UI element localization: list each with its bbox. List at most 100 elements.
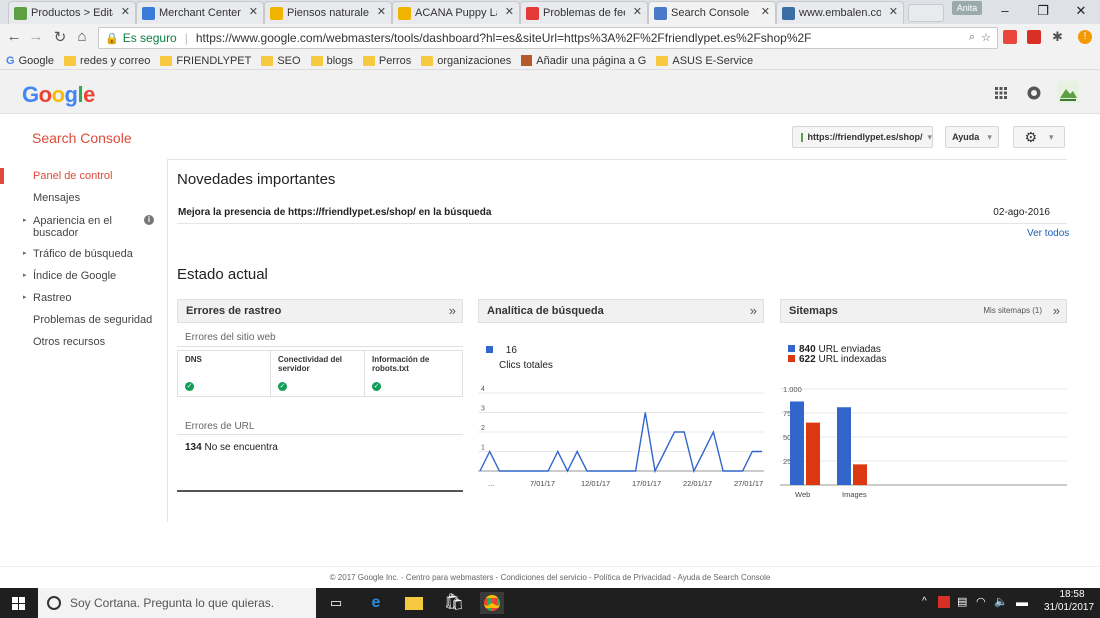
menu-update-icon[interactable]: !	[1078, 30, 1092, 44]
notifications-icon[interactable]	[1027, 86, 1041, 100]
news-item[interactable]: Mejora la presencia de https://friendlyp…	[177, 200, 1067, 224]
forward-icon[interactable]: →	[26, 28, 46, 45]
nav-item-5[interactable]: ▸ Rastreo	[0, 287, 167, 309]
bar-web-0[interactable]	[790, 401, 804, 485]
bookmark-item[interactable]: SEO	[261, 55, 301, 67]
expand-triangle-icon[interactable]: ▸	[23, 287, 27, 309]
bookmark-item[interactable]: blogs	[310, 55, 353, 67]
bookmark-item[interactable]: redes y correo	[64, 55, 150, 67]
expand-triangle-icon[interactable]: ▸	[23, 215, 27, 227]
site-selector[interactable]: https://friendlypet.es/shop/ ▾	[792, 126, 933, 148]
close-tab-icon[interactable]: ✕	[761, 5, 770, 18]
new-tab-button[interactable]	[908, 4, 944, 22]
close-window-button[interactable]: ✕	[1062, 0, 1100, 24]
x-tick-label: 7/01/17	[530, 479, 555, 488]
cortana-search-box[interactable]: Soy Cortana. Pregunta lo que quieras.	[38, 588, 316, 618]
nav-item-0[interactable]: Panel de control	[0, 165, 167, 187]
expand-arrows-icon[interactable]: »	[750, 300, 757, 322]
tray-expand-icon[interactable]: ^	[922, 596, 927, 607]
folder-icon	[362, 55, 375, 66]
clock-time[interactable]: 18:58	[1050, 589, 1094, 600]
nav-item-3[interactable]: ▸ Tráfico de búsqueda	[0, 243, 167, 265]
bar-images-0[interactable]	[837, 407, 851, 485]
site-error-column[interactable]: Conectividad del servidor ✓	[271, 350, 365, 397]
close-tab-icon[interactable]: ✕	[249, 5, 258, 18]
tab-3[interactable]: ACANA Puppy Lar ✕	[392, 1, 520, 24]
tray-volume-icon[interactable]: 🔈	[994, 595, 1008, 608]
store-icon[interactable]: 🛍	[442, 592, 466, 614]
expand-arrows-icon[interactable]: »	[449, 300, 456, 322]
help-button[interactable]: Ayuda ▾	[945, 126, 999, 148]
bookmark-item[interactable]: Perros	[362, 55, 411, 67]
windows-start-icon[interactable]	[12, 597, 25, 610]
info-icon[interactable]: i	[144, 215, 154, 225]
tab-6[interactable]: www.embalen.com ✕	[776, 1, 904, 24]
site-error-column[interactable]: Información de robots.txt ✓	[365, 350, 463, 397]
nav-item-7[interactable]: Otros recursos	[0, 331, 167, 353]
view-all-link[interactable]: Ver todos	[1027, 228, 1069, 239]
edge-browser-icon[interactable]: e	[364, 592, 388, 614]
nav-item-4[interactable]: ▸ Índice de Google	[0, 265, 167, 287]
tab-1[interactable]: Merchant Center ✕	[136, 1, 264, 24]
tab-0[interactable]: Productos > Editar ✕	[8, 1, 136, 24]
close-tab-icon[interactable]: ✕	[505, 5, 514, 18]
maximize-button[interactable]: ❐	[1024, 0, 1062, 24]
tray-wifi-icon[interactable]: ◠	[976, 595, 986, 608]
close-tab-icon[interactable]: ✕	[121, 5, 130, 18]
product-title[interactable]: Search Console	[32, 130, 132, 146]
clicks-line-chart[interactable]: 1 2 3 4... 7/01/17 12/01/17 17/01/17 22/01/17 27…	[478, 385, 764, 494]
nav-item-2[interactable]: ▸ Apariencia en el buscador i	[0, 209, 167, 243]
url-errors-row[interactable]: 134 No se encuentra	[185, 442, 278, 453]
apps-grid-icon[interactable]	[995, 87, 1007, 99]
tab-4[interactable]: Problemas de feed ✕	[520, 1, 648, 24]
bar-web-1[interactable]	[806, 422, 820, 485]
file-explorer-icon[interactable]	[402, 592, 426, 614]
profile-badge[interactable]: Anita	[952, 1, 982, 15]
tab-2[interactable]: Piensos naturales p ✕	[264, 1, 392, 24]
series-line[interactable]	[479, 412, 762, 474]
expand-triangle-icon[interactable]: ▸	[23, 265, 27, 287]
bookmark-item[interactable]: FRIENDLYPET	[160, 55, 251, 67]
zoom-icon[interactable]: ⌕	[969, 31, 975, 44]
site-error-column[interactable]: DNS ✓	[177, 350, 271, 397]
back-icon[interactable]: ←	[4, 28, 24, 45]
nav-item-6[interactable]: Problemas de seguridad	[0, 309, 167, 331]
page-footer[interactable]: © 2017 Google Inc. - Centro para webmast…	[0, 566, 1100, 582]
crawl-errors-header[interactable]: Errores de rastreo »	[177, 299, 463, 323]
close-tab-icon[interactable]: ✕	[633, 5, 642, 18]
bookmark-item[interactable]: G Google	[6, 55, 54, 67]
tray-antivirus-icon[interactable]	[938, 596, 950, 608]
bookmark-star-icon[interactable]: ☆	[981, 31, 991, 44]
search-analytics-header[interactable]: Analítica de búsqueda »	[478, 299, 764, 323]
home-icon[interactable]: ⌂	[72, 28, 92, 45]
task-view-icon[interactable]: ▭	[324, 592, 348, 614]
bookmark-item[interactable]: organizaciones	[421, 55, 511, 67]
extension-puzzle-icon[interactable]: ✱	[1052, 29, 1063, 45]
chrome-taskbar-icon[interactable]	[480, 592, 504, 614]
reload-icon[interactable]: ↻	[50, 28, 70, 46]
extension-icon[interactable]	[1003, 30, 1017, 44]
expand-triangle-icon[interactable]: ▸	[23, 243, 27, 265]
clock-date[interactable]: 31/01/2017	[1040, 602, 1098, 613]
tray-network-icon[interactable]: ▤	[957, 595, 967, 608]
tab-5[interactable]: Search Console - F ✕	[648, 1, 776, 24]
folder-icon	[64, 55, 77, 66]
minimize-button[interactable]: –	[986, 0, 1024, 24]
settings-button[interactable]: ⚙ ▾	[1013, 126, 1065, 148]
my-sitemaps-link[interactable]: Mis sitemaps (1)	[983, 300, 1042, 322]
google-logo[interactable]: Google	[22, 82, 95, 108]
close-tab-icon[interactable]: ✕	[889, 5, 898, 18]
account-avatar[interactable]	[1057, 81, 1079, 103]
nav-item-1[interactable]: Mensajes	[0, 187, 167, 209]
address-bar[interactable]: 🔒 Es seguro | https://www.google.com/web…	[98, 27, 998, 49]
extension-badge-icon[interactable]	[1027, 30, 1041, 44]
news-item-text[interactable]: Mejora la presencia de https://friendlyp…	[178, 207, 491, 218]
bookmark-item[interactable]: ASUS E-Service	[656, 55, 753, 67]
bookmark-item[interactable]: Añadir una página a G	[521, 55, 646, 67]
expand-arrows-icon[interactable]: »	[1053, 300, 1060, 322]
bar-images-1[interactable]	[853, 464, 867, 485]
sitemaps-bar-chart[interactable]: 2505007501.000Web Images	[780, 385, 1067, 501]
close-tab-icon[interactable]: ✕	[377, 5, 386, 18]
tray-notifications-icon[interactable]: ▬	[1016, 595, 1028, 609]
sitemaps-header[interactable]: Sitemaps Mis sitemaps (1) »	[780, 299, 1067, 323]
